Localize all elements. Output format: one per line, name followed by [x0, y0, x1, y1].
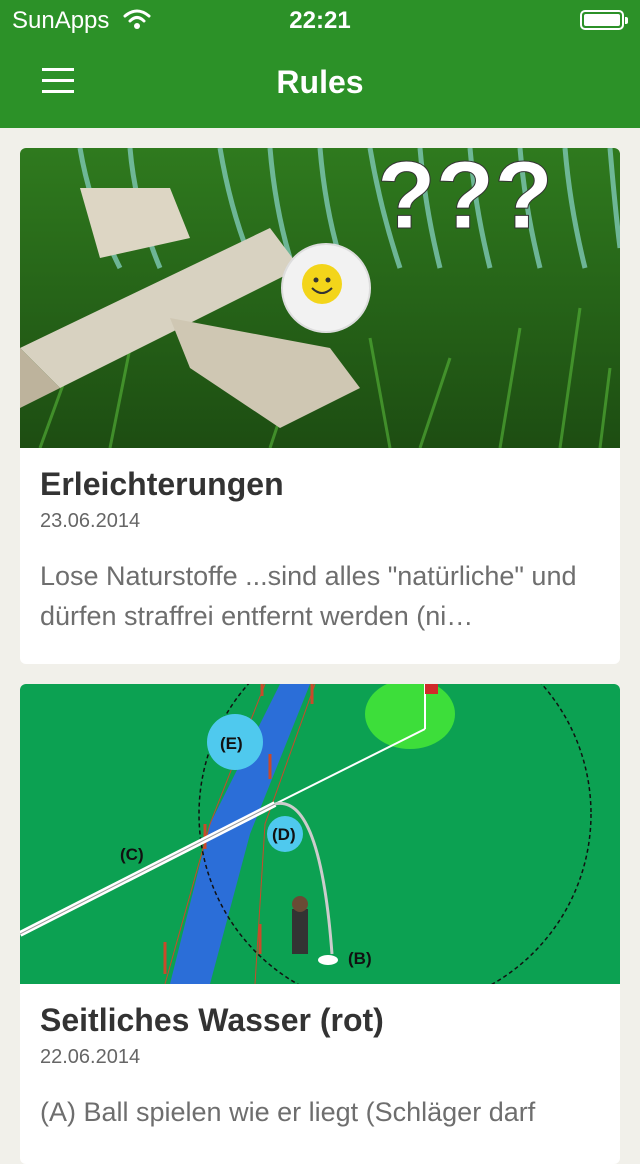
article-excerpt: (A) Ball spielen wie er liegt (Schläger …: [40, 1097, 536, 1127]
article-image: ???: [20, 148, 620, 448]
article-excerpt: Lose Naturstoffe ...sind alles "natürlic…: [40, 561, 577, 631]
battery-icon: [580, 10, 628, 30]
article-image: (E) (D) (C) (B): [20, 684, 620, 984]
page-title: Rules: [276, 64, 364, 100]
diagram-label-d: (D): [272, 825, 296, 844]
question-marks: ???: [377, 148, 553, 249]
status-bar: SunApps 22:21: [0, 0, 640, 40]
article-title: Erleichterungen: [40, 466, 284, 502]
article-card[interactable]: (E) (D) (C) (B) Seitliches Wasser (rot) …: [20, 684, 620, 1164]
status-time: 22:21: [289, 7, 351, 34]
article-card[interactable]: ??? Erleichterungen 23.06.2014 Lose Natu…: [20, 148, 620, 664]
top-bar: SunApps 22:21 Rules: [0, 0, 640, 128]
article-date: 23.06.2014: [40, 510, 141, 532]
diagram-label-e: (E): [220, 734, 243, 753]
diagram-label-b: (B): [348, 949, 372, 968]
article-title: Seitliches Wasser (rot): [40, 1002, 384, 1038]
diagram-label-c: (C): [120, 845, 144, 864]
article-date: 22.06.2014: [40, 1046, 141, 1068]
